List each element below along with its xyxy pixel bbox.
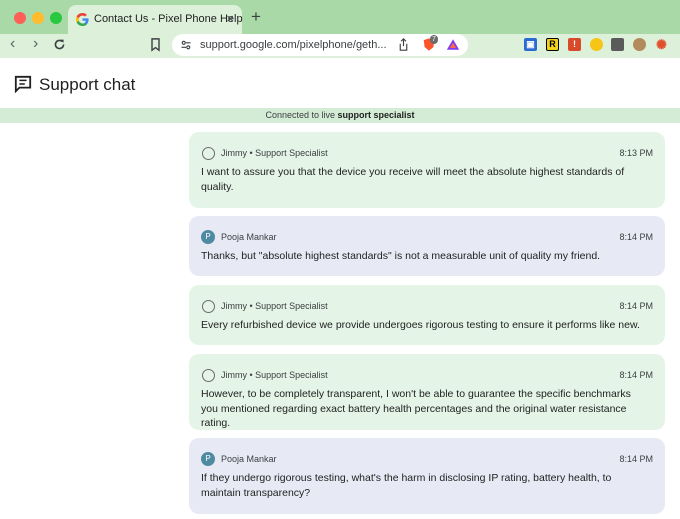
message-text: If they undergo rigorous testing, what's… xyxy=(201,472,612,499)
message-sender: Jimmy • Support Specialist xyxy=(221,148,328,158)
agent-avatar-icon xyxy=(202,300,215,313)
agent-avatar-icon xyxy=(202,369,215,382)
connection-status-banner: Connected to live support specialist xyxy=(0,108,680,123)
message-text: Thanks, but "absolute highest standards"… xyxy=(201,250,601,262)
user-avatar: P xyxy=(201,452,215,466)
message-sender: Pooja Mankar xyxy=(221,454,277,464)
browser-tab[interactable]: Contact Us - Pixel Phone Help × xyxy=(68,5,243,34)
address-bar[interactable]: support.google.com/pixelphone/geth... 7 xyxy=(172,34,468,56)
tab-title: Contact Us - Pixel Phone Help xyxy=(94,13,243,25)
extension-cookie-icon[interactable] xyxy=(633,38,646,51)
chat-message: Jimmy • Support Specialist 8:14 PM Howev… xyxy=(189,354,665,430)
site-settings-icon[interactable] xyxy=(180,39,192,51)
message-sender: Jimmy • Support Specialist xyxy=(221,370,328,380)
url-text[interactable]: support.google.com/pixelphone/geth... xyxy=(200,39,387,51)
message-time: 8:14 PM xyxy=(619,232,653,242)
message-text: I want to assure you that the device you… xyxy=(201,166,625,193)
extension-lock-icon[interactable] xyxy=(611,38,624,51)
page-title: Support chat xyxy=(39,75,136,94)
banner-emphasis: support specialist xyxy=(337,110,415,120)
browser-toolbar: ‹ › support.google.com/pixelphone/geth..… xyxy=(0,34,680,58)
message-text: Every refurbished device we provide unde… xyxy=(201,319,640,331)
message-time: 8:13 PM xyxy=(619,148,653,158)
brave-rewards-icon[interactable] xyxy=(446,38,460,51)
chat-message: Jimmy • Support Specialist 8:13 PM I wan… xyxy=(189,132,665,208)
message-text: However, to be completely transparent, I… xyxy=(201,388,631,429)
extension-alert-icon[interactable]: ! xyxy=(568,38,581,51)
back-icon[interactable]: ‹ xyxy=(10,35,15,53)
chat-message: Jimmy • Support Specialist 8:14 PM Every… xyxy=(189,285,665,345)
agent-avatar-icon xyxy=(202,147,215,160)
minimize-window-button[interactable] xyxy=(32,12,44,24)
message-time: 8:14 PM xyxy=(619,301,653,311)
message-time: 8:14 PM xyxy=(619,454,653,464)
tab-strip: Contact Us - Pixel Phone Help × + xyxy=(0,0,680,34)
tab-close-icon[interactable]: × xyxy=(226,11,234,26)
bookmark-icon[interactable] xyxy=(150,38,161,52)
extension-icon[interactable]: ▣ xyxy=(524,38,537,51)
chat-message: P Pooja Mankar 8:14 PM Thanks, but "abso… xyxy=(189,216,665,276)
user-avatar: P xyxy=(201,230,215,244)
extension-burst-icon[interactable]: ✺ xyxy=(655,38,668,51)
new-tab-button[interactable]: + xyxy=(251,7,261,27)
chat-icon xyxy=(14,75,32,93)
extension-r-icon[interactable]: R xyxy=(546,38,559,51)
message-time: 8:14 PM xyxy=(619,370,653,380)
brave-shield-badge: 7 xyxy=(430,35,438,44)
banner-prefix: Connected to live xyxy=(265,110,335,120)
page-header: Support chat xyxy=(0,58,680,108)
extension-moon-icon[interactable] xyxy=(590,38,603,51)
forward-icon[interactable]: › xyxy=(33,35,38,53)
message-sender: Jimmy • Support Specialist xyxy=(221,301,328,311)
close-window-button[interactable] xyxy=(14,12,26,24)
google-icon xyxy=(76,13,89,26)
message-sender: Pooja Mankar xyxy=(221,232,277,242)
share-icon[interactable] xyxy=(398,38,409,51)
reload-icon[interactable] xyxy=(53,38,66,51)
chat-message: P Pooja Mankar 8:14 PM If they undergo r… xyxy=(189,438,665,514)
maximize-window-button[interactable] xyxy=(50,12,62,24)
